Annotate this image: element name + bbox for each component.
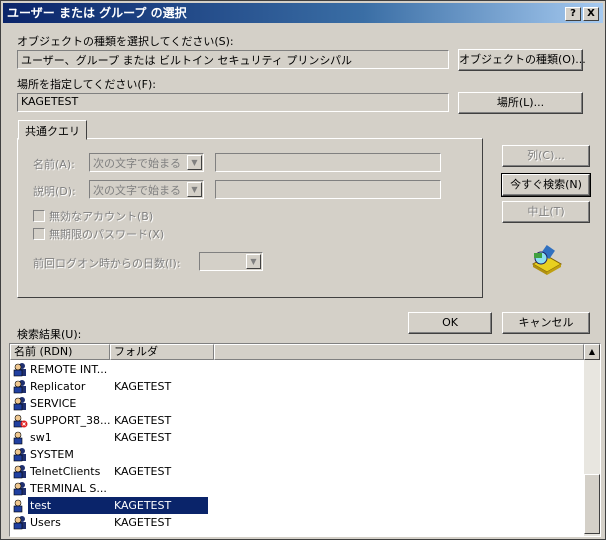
object-type-label: オブジェクトの種類を選択してください(S):	[17, 35, 234, 48]
table-row[interactable]: REMOTE INT...	[10, 361, 584, 378]
name-input[interactable]	[215, 153, 441, 172]
help-button[interactable]: ?	[565, 7, 581, 21]
results-list[interactable]: 名前 (RDN) フォルダ REMOTE INT... Replicator KAG…	[9, 343, 601, 537]
user-group-icon	[13, 363, 26, 377]
row-folder: KAGETEST	[114, 497, 172, 514]
search-now-button[interactable]: 今すぐ検索(N)	[501, 173, 591, 197]
chevron-down-icon: ▼	[246, 254, 261, 269]
results-label: 検索結果(U):	[17, 328, 82, 341]
days-since-logon-label: 前回ログオン時からの日数(I):	[33, 257, 181, 270]
user-group-icon	[13, 448, 26, 462]
table-row[interactable]: Users KAGETEST	[10, 514, 584, 531]
no-expire-password-label: 無期限のパスワード(X)	[49, 228, 165, 241]
disabled-accounts-checkbox[interactable]	[33, 210, 45, 222]
columns-button[interactable]: 列(C)...	[502, 145, 590, 167]
table-row[interactable]: test KAGETEST	[10, 497, 584, 514]
object-type-field: ユーザー、グループ または ビルトイン セキュリティ プリンシパル	[17, 50, 449, 69]
row-name: Replicator	[30, 380, 86, 393]
user-icon	[13, 431, 23, 445]
vertical-scrollbar[interactable]: ▲	[584, 344, 600, 536]
days-since-logon-select[interactable]: ▼	[199, 252, 263, 271]
location-button[interactable]: 場所(L)...	[458, 92, 583, 114]
row-name: SUPPORT_38...	[30, 414, 111, 427]
row-name: REMOTE INT...	[30, 363, 108, 376]
description-mode-select[interactable]: 次の文字で始まる ▼	[89, 180, 204, 199]
name-label: 名前(A):	[33, 158, 75, 171]
object-type-button[interactable]: オブジェクトの種類(O)...	[458, 49, 586, 71]
disabled-accounts-label: 無効なアカウント(B)	[49, 210, 154, 223]
row-folder: KAGETEST	[114, 431, 172, 444]
user-icon	[13, 499, 23, 513]
cancel-button[interactable]: キャンセル	[502, 312, 590, 334]
table-row[interactable]: TERMINAL S...	[10, 480, 584, 497]
row-name: SYSTEM	[30, 448, 74, 461]
column-header-filler	[214, 344, 584, 360]
description-input[interactable]	[215, 180, 441, 199]
chevron-down-icon: ▼	[187, 182, 202, 197]
column-header-name[interactable]: 名前 (RDN)	[10, 344, 110, 360]
row-name: Users	[30, 516, 61, 529]
table-row[interactable]: SERVICE	[10, 395, 584, 412]
user-group-icon	[13, 465, 26, 479]
description-label: 説明(D):	[33, 185, 76, 198]
row-name: SERVICE	[30, 397, 77, 410]
table-row[interactable]: SYSTEM	[10, 446, 584, 463]
stop-button[interactable]: 中止(T)	[502, 201, 590, 223]
user-group-icon	[13, 397, 26, 411]
row-folder: KAGETEST	[114, 516, 172, 529]
search-flashlight-icon	[531, 245, 563, 275]
location-label: 場所を指定してください(F):	[17, 78, 156, 91]
row-folder: KAGETEST	[114, 414, 172, 427]
row-folder: KAGETEST	[114, 465, 172, 478]
chevron-down-icon: ▼	[187, 155, 202, 170]
disabled-user-icon	[13, 414, 28, 428]
row-folder: KAGETEST	[114, 380, 172, 393]
user-group-icon	[13, 380, 26, 394]
scroll-thumb[interactable]	[584, 474, 600, 534]
dialog-window: ユーザー または グループ の選択 ? X オブジェクトの種類を選択してください…	[0, 0, 606, 540]
user-group-icon	[13, 482, 26, 496]
name-mode-value: 次の文字で始まる	[93, 157, 181, 170]
row-name: TERMINAL S...	[30, 482, 107, 495]
name-mode-select[interactable]: 次の文字で始まる ▼	[89, 153, 204, 172]
user-group-icon	[13, 516, 26, 530]
title-bar: ユーザー または グループ の選択 ? X	[3, 3, 603, 23]
tab-common-query[interactable]: 共通クエリ	[18, 120, 87, 140]
column-header-folder[interactable]: フォルダ	[110, 344, 214, 360]
table-row[interactable]: TelnetClients KAGETEST	[10, 463, 584, 480]
no-expire-password-checkbox[interactable]	[33, 228, 45, 240]
row-name: sw1	[30, 431, 52, 444]
table-row[interactable]: Replicator KAGETEST	[10, 378, 584, 395]
window-title: ユーザー または グループ の選択	[7, 6, 187, 20]
row-name: TelnetClients	[30, 465, 101, 478]
description-mode-value: 次の文字で始まる	[93, 184, 181, 197]
close-button[interactable]: X	[583, 7, 599, 21]
table-row[interactable]: SUPPORT_38... KAGETEST	[10, 412, 584, 429]
row-name: test	[30, 497, 52, 514]
scroll-up-button[interactable]: ▲	[584, 344, 600, 360]
table-row[interactable]: sw1 KAGETEST	[10, 429, 584, 446]
location-field: KAGETEST	[17, 93, 449, 112]
ok-button[interactable]: OK	[408, 312, 492, 334]
